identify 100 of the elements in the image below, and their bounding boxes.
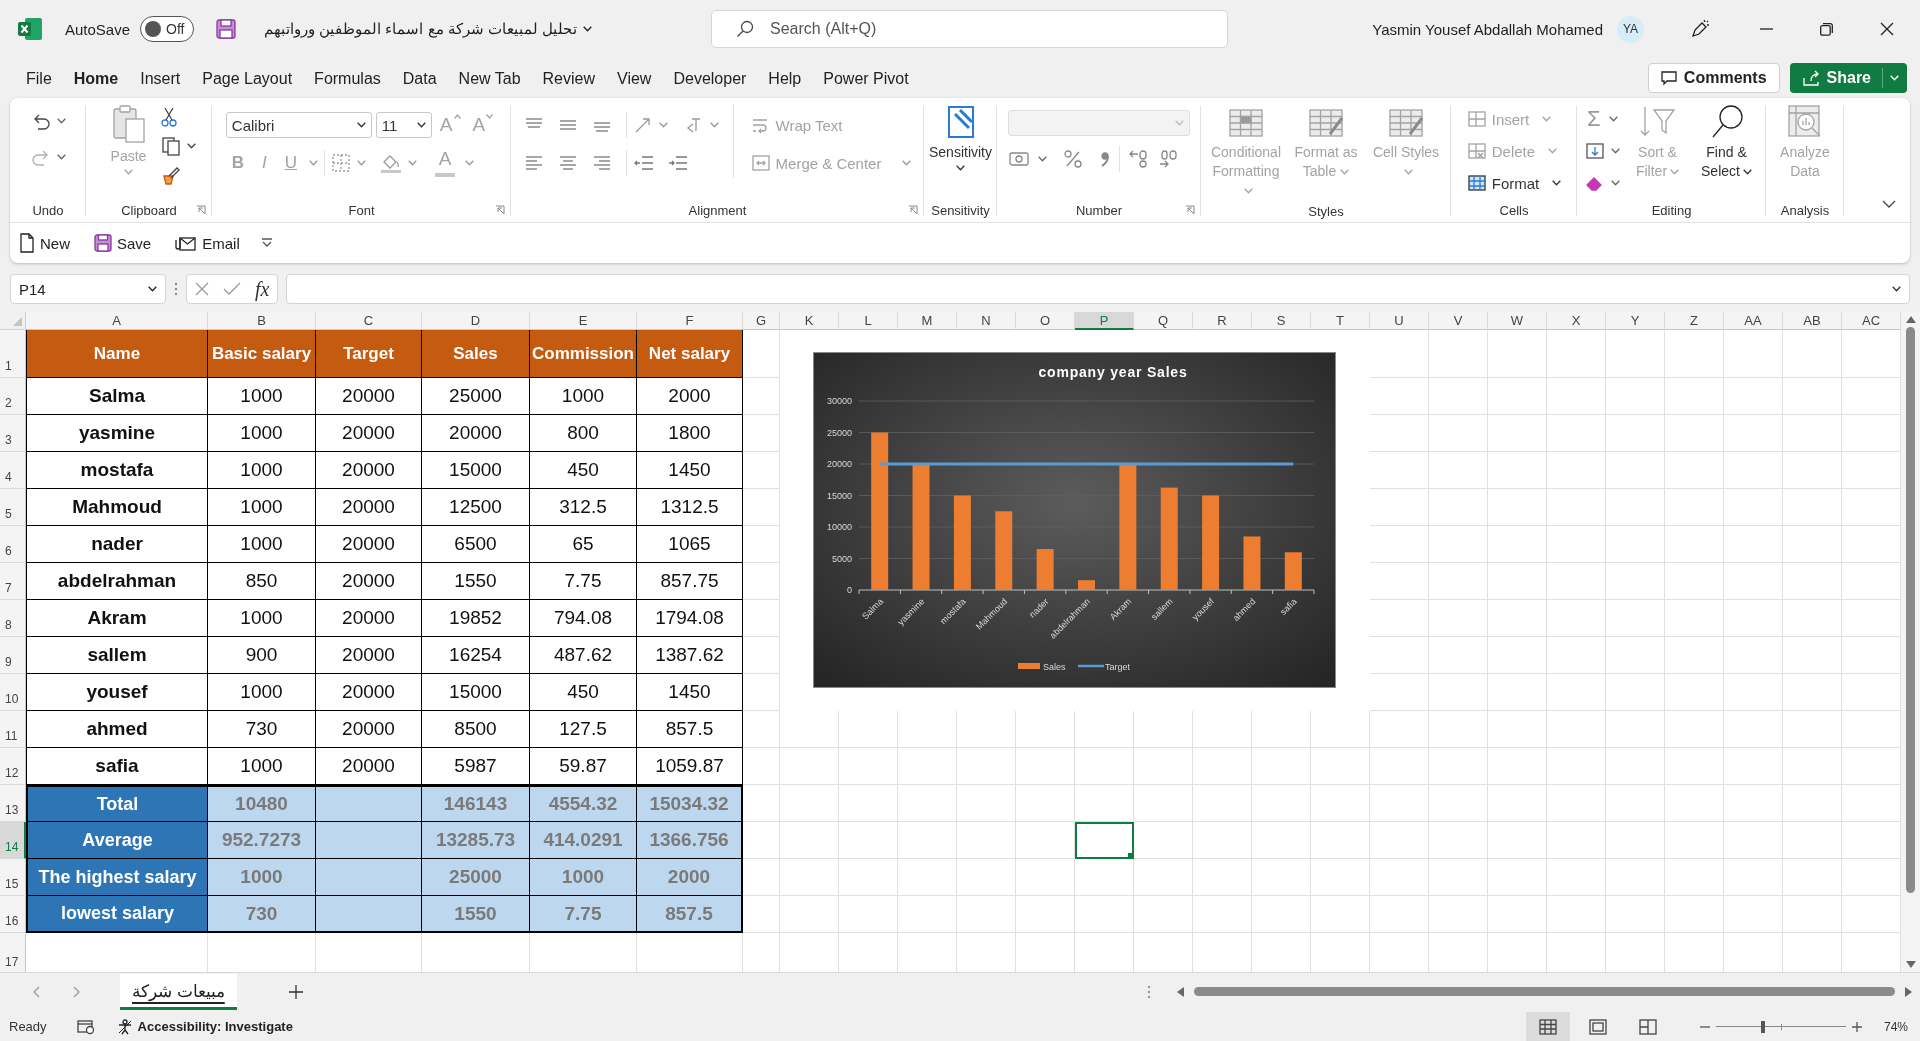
plus-icon[interactable] [288, 984, 303, 999]
currency-icon[interactable] [1008, 150, 1030, 168]
grid-cell[interactable] [1370, 489, 1429, 526]
grid-cell[interactable] [1724, 489, 1783, 526]
grid-cell[interactable] [1547, 489, 1606, 526]
grid-cell[interactable] [1665, 748, 1724, 785]
column-header[interactable]: Z [1665, 312, 1724, 330]
grid-cell[interactable] [1016, 859, 1075, 896]
grid-cell[interactable] [839, 748, 898, 785]
grid-cell[interactable] [1370, 896, 1429, 933]
menu-tab[interactable]: Insert [131, 62, 190, 94]
grid-cell[interactable] [1547, 563, 1606, 600]
grid-cell[interactable] [1547, 330, 1606, 378]
grid-cell[interactable] [1488, 674, 1547, 711]
grid-cell[interactable] [1724, 674, 1783, 711]
row-header[interactable]: 14 [0, 822, 26, 859]
menu-tab[interactable]: New Tab [449, 62, 530, 94]
dialog-launcher-icon[interactable] [908, 205, 918, 215]
align-center-icon[interactable] [557, 154, 578, 172]
grid-cell[interactable] [1429, 711, 1488, 748]
ribbon-button[interactable]: Format [1463, 168, 1565, 198]
zoom-level[interactable]: 74% [1883, 1019, 1908, 1034]
grid-cell[interactable] [1252, 822, 1311, 859]
row-header[interactable]: 10 [0, 674, 26, 711]
grid-cell[interactable] [1075, 785, 1134, 822]
grid-cell[interactable] [898, 822, 957, 859]
row-header[interactable]: 9 [0, 637, 26, 674]
row-header[interactable]: 17 [0, 933, 26, 972]
grid-cell[interactable] [1193, 711, 1252, 748]
grid-cell[interactable] [1724, 563, 1783, 600]
grid-cell[interactable] [1665, 415, 1724, 452]
select-all-icon[interactable] [13, 317, 22, 326]
vertical-scrollbar[interactable] [1901, 312, 1920, 972]
grid-cell[interactable] [1665, 600, 1724, 637]
grid-cell[interactable] [743, 637, 780, 674]
grid-cell[interactable] [743, 489, 780, 526]
grid-cell[interactable] [1370, 859, 1429, 896]
grid-cell[interactable] [1783, 859, 1842, 896]
menu-tab[interactable]: Review [533, 62, 605, 94]
caret-icon[interactable] [1742, 169, 1752, 176]
grid-cell[interactable] [957, 748, 1016, 785]
grid-cell[interactable] [1370, 785, 1429, 822]
font-name-field[interactable]: Calibri [225, 112, 372, 138]
minimize-icon[interactable] [1760, 28, 1773, 30]
scroll-down-icon[interactable] [1905, 961, 1916, 968]
row-header[interactable]: 8 [0, 600, 26, 637]
grid-cell[interactable] [1724, 378, 1783, 415]
grid-cell[interactable] [957, 711, 1016, 748]
column-header[interactable]: A [26, 312, 208, 330]
row-header[interactable]: 11 [0, 711, 26, 748]
row-header[interactable]: 13 [0, 785, 26, 822]
scroll-right-icon[interactable] [1905, 986, 1912, 997]
cancel-icon[interactable] [195, 282, 209, 296]
menu-tab[interactable]: Page Layout [193, 62, 302, 94]
grid-cell[interactable] [1370, 822, 1429, 859]
increase-indent-icon[interactable] [666, 154, 689, 172]
grid-cell[interactable] [780, 748, 839, 785]
restore-icon[interactable] [1820, 22, 1833, 36]
grid-cell[interactable] [743, 526, 780, 563]
formula-field[interactable] [286, 274, 1910, 304]
grid-cell[interactable] [743, 748, 780, 785]
grid-cell[interactable] [1370, 637, 1429, 674]
grid-cell[interactable] [1370, 415, 1429, 452]
scroll-up-icon[interactable] [1905, 316, 1916, 323]
grid-cell[interactable] [1783, 637, 1842, 674]
grid-cell[interactable] [1724, 785, 1783, 822]
grid-cell[interactable] [1075, 896, 1134, 933]
grid-cell[interactable] [957, 822, 1016, 859]
grid-cell[interactable] [1547, 711, 1606, 748]
zoom-in-icon[interactable] [1851, 1021, 1862, 1032]
grid-cell[interactable] [1252, 711, 1311, 748]
grid-cell[interactable] [1193, 748, 1252, 785]
column-header[interactable]: U [1370, 312, 1429, 330]
grid-cell[interactable] [1665, 711, 1724, 748]
share-button[interactable]: Share [1789, 63, 1907, 93]
toolbar-button[interactable]: Email [172, 232, 243, 254]
grid-cell[interactable] [1547, 822, 1606, 859]
grid-cell[interactable] [1606, 526, 1665, 563]
grid-cell[interactable] [743, 452, 780, 489]
grid-cell[interactable] [1606, 822, 1665, 859]
grid-cell[interactable] [839, 896, 898, 933]
grid-cell[interactable] [743, 674, 780, 711]
column-header[interactable]: F [637, 312, 743, 330]
grid-cell[interactable] [1547, 600, 1606, 637]
grid-cell[interactable] [1724, 330, 1783, 378]
grid-cell[interactable] [1311, 859, 1370, 896]
grid-cell[interactable] [743, 330, 780, 378]
grid-cell[interactable] [1370, 378, 1429, 415]
caret-icon[interactable] [416, 122, 426, 128]
grid-cell[interactable] [780, 711, 839, 748]
grid-cell[interactable] [1547, 748, 1606, 785]
grid-cell[interactable] [743, 600, 780, 637]
column-header[interactable]: G [743, 312, 780, 330]
grid-cell[interactable] [1665, 896, 1724, 933]
grid-cell[interactable] [1488, 489, 1547, 526]
grid-cell[interactable] [1488, 711, 1547, 748]
caret-icon[interactable] [583, 26, 593, 32]
row-header[interactable]: 15 [0, 859, 26, 896]
ribbon-button[interactable]: Find & Select [1695, 104, 1758, 181]
grid-cell[interactable] [1606, 896, 1665, 933]
